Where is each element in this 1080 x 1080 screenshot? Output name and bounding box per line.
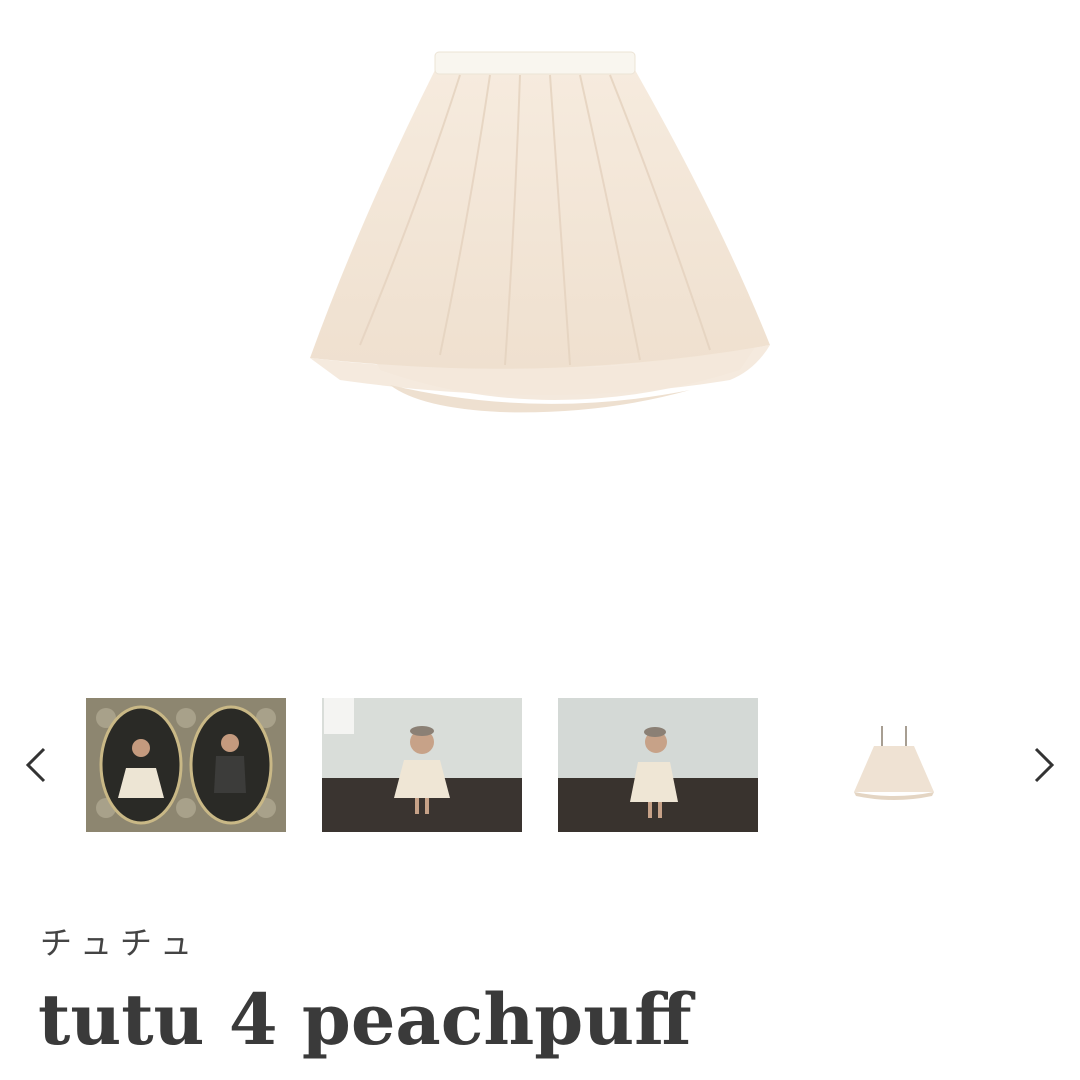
tutu-skirt-image	[310, 51, 770, 413]
thumbnail-child-standing-front	[322, 698, 522, 832]
product-subtitle: チュチュ	[40, 924, 201, 962]
thumbnail-1[interactable]	[86, 698, 286, 832]
thumbnail-carousel	[0, 698, 1080, 832]
thumbnail-4[interactable]	[794, 698, 994, 832]
next-button[interactable]	[1028, 743, 1058, 787]
thumbnail-2[interactable]	[322, 698, 522, 832]
thumbnail-framed-portraits	[86, 698, 286, 832]
thumbnail-tutu-dress-product	[794, 698, 994, 832]
product-title: tutu 4 peachpuff	[38, 978, 692, 1061]
thumbnail-child-standing-side	[558, 698, 758, 832]
chevron-right-icon	[1034, 747, 1055, 783]
main-product-image	[0, 0, 1080, 660]
thumbnail-3[interactable]	[558, 698, 758, 832]
chevron-left-icon	[25, 747, 46, 783]
prev-button[interactable]	[22, 743, 52, 787]
